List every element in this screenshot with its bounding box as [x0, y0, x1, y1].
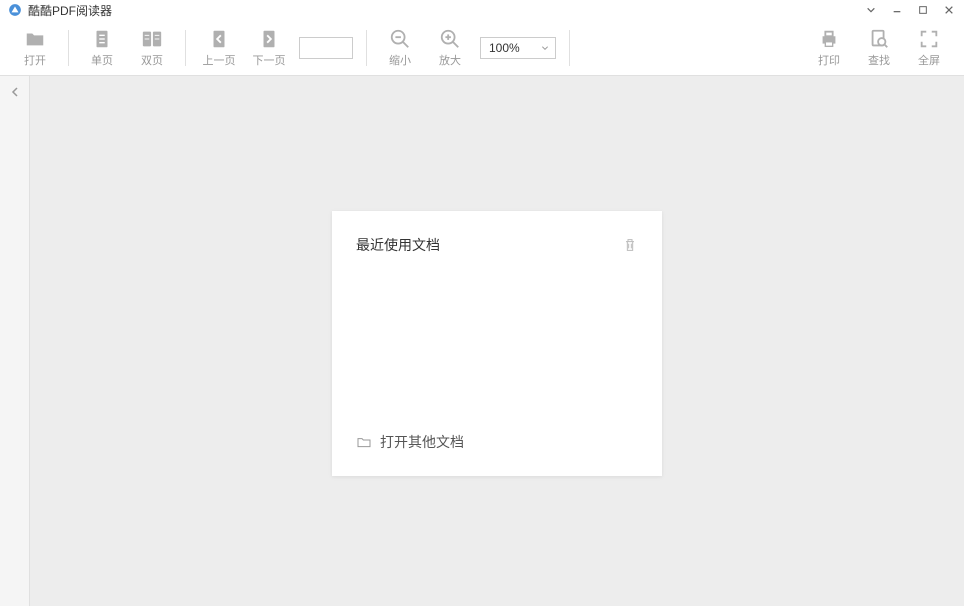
title-left: 酷酷PDF阅读器 [8, 2, 112, 19]
next-page-icon [258, 28, 280, 50]
zoom-out-icon [389, 28, 411, 50]
content-area: 最近使用文档 打开其他文档 [30, 76, 964, 606]
double-page-icon [141, 28, 163, 50]
toolbar-divider [68, 30, 69, 66]
chevron-down-icon [541, 44, 549, 52]
recent-title: 最近使用文档 [356, 235, 440, 255]
toolbar-divider [569, 30, 570, 66]
fullscreen-icon [918, 28, 940, 50]
page-number-input[interactable] [299, 37, 353, 59]
open-label: 打开 [24, 52, 46, 68]
card-header: 最近使用文档 [356, 235, 638, 255]
zoom-in-icon [439, 28, 461, 50]
print-button[interactable]: 打印 [804, 23, 854, 73]
minimize-icon[interactable] [890, 3, 904, 17]
prev-page-label: 上一页 [203, 52, 236, 68]
zoom-value: 100% [489, 41, 520, 55]
dropdown-icon[interactable] [864, 3, 878, 17]
recent-documents-card: 最近使用文档 打开其他文档 [332, 211, 662, 476]
maximize-icon[interactable] [916, 3, 930, 17]
single-page-button[interactable]: 单页 [77, 23, 127, 73]
prev-page-button[interactable]: 上一页 [194, 23, 244, 73]
folder-open-icon [24, 28, 46, 50]
zoom-select[interactable]: 100% [480, 37, 556, 59]
folder-icon [356, 434, 372, 450]
open-other-label: 打开其他文档 [380, 432, 464, 452]
single-page-icon [91, 28, 113, 50]
fullscreen-label: 全屏 [918, 52, 940, 68]
main-area: 最近使用文档 打开其他文档 [0, 76, 964, 606]
app-icon [8, 3, 22, 17]
fullscreen-button[interactable]: 全屏 [904, 23, 954, 73]
single-page-label: 单页 [91, 52, 113, 68]
find-label: 查找 [868, 52, 890, 68]
next-page-button[interactable]: 下一页 [244, 23, 294, 73]
prev-page-icon [208, 28, 230, 50]
zoom-in-button[interactable]: 放大 [425, 23, 475, 73]
title-bar: 酷酷PDF阅读器 [0, 0, 964, 20]
app-title: 酷酷PDF阅读器 [28, 2, 112, 19]
double-page-button[interactable]: 双页 [127, 23, 177, 73]
open-other-button[interactable]: 打开其他文档 [356, 432, 638, 452]
toolbar-divider [185, 30, 186, 66]
print-icon [818, 28, 840, 50]
toolbar-divider [366, 30, 367, 66]
open-button[interactable]: 打开 [10, 23, 60, 73]
find-icon [868, 28, 890, 50]
toolbar: 打开 单页 双页 上一页 下一页 缩小 放大 [0, 20, 964, 76]
recent-list-empty [356, 255, 638, 432]
find-button[interactable]: 查找 [854, 23, 904, 73]
close-icon[interactable] [942, 3, 956, 17]
zoom-out-button[interactable]: 缩小 [375, 23, 425, 73]
zoom-out-label: 缩小 [389, 52, 411, 68]
sidebar [0, 76, 30, 606]
window-controls [864, 3, 956, 17]
sidebar-collapse-button[interactable] [5, 82, 25, 102]
clear-recent-button[interactable] [622, 237, 638, 253]
print-label: 打印 [818, 52, 840, 68]
zoom-in-label: 放大 [439, 52, 461, 68]
next-page-label: 下一页 [253, 52, 286, 68]
double-page-label: 双页 [141, 52, 163, 68]
